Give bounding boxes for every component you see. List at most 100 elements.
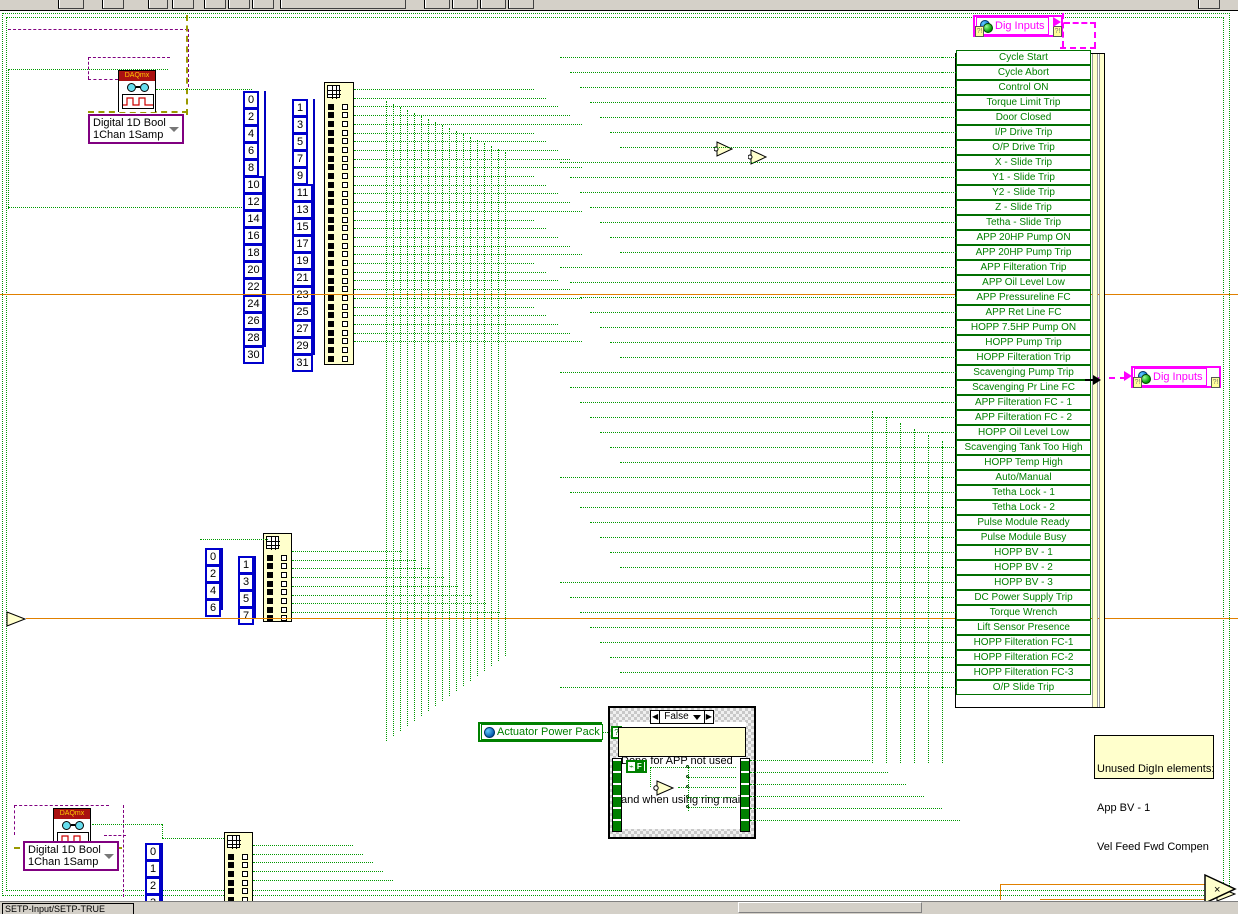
index-array-element[interactable] (228, 879, 248, 886)
array-index-constant[interactable]: 8 (243, 159, 259, 177)
array-index-constant[interactable]: 18 (243, 244, 264, 262)
index-array-element[interactable] (328, 129, 348, 136)
array-index-constant[interactable]: 7 (292, 150, 308, 168)
signal-label-terminal[interactable]: Y2 - Slide Trip (956, 185, 1091, 200)
index-array-element[interactable] (328, 103, 348, 110)
index-array-element[interactable] (328, 329, 348, 336)
index-array-element[interactable] (328, 164, 348, 171)
toolbar-button-abort[interactable] (148, 0, 168, 9)
array-index-constant[interactable]: 20 (243, 261, 264, 279)
index-array-element[interactable] (328, 234, 348, 241)
signal-label-terminal[interactable]: Scavenging Pr Line FC (956, 380, 1091, 395)
chevron-down-icon[interactable] (169, 127, 179, 132)
array-index-constant[interactable]: 3 (292, 116, 308, 134)
case-prev-arrow-icon[interactable]: ◀ (651, 711, 661, 723)
index-array-element[interactable] (328, 303, 348, 310)
signal-label-terminal[interactable]: HOPP Filteration Trip (956, 350, 1091, 365)
index-array-element[interactable] (228, 870, 248, 877)
array-index-constant[interactable]: 5 (238, 590, 254, 608)
array-index-constant[interactable]: 0 (205, 548, 221, 566)
signal-label-terminal[interactable]: HOPP Oil Level Low (956, 425, 1091, 440)
index-array-element[interactable] (328, 207, 348, 214)
index-array-element[interactable] (328, 338, 348, 345)
index-array-element[interactable] (228, 862, 248, 869)
signal-label-terminal[interactable]: Tetha Lock - 2 (956, 500, 1091, 515)
array-index-constant[interactable]: 2 (205, 565, 221, 583)
array-index-constant[interactable]: 9 (292, 167, 308, 185)
toolbar-button-resize[interactable] (480, 0, 506, 9)
index-array-element[interactable] (328, 120, 348, 127)
index-array-element[interactable] (328, 251, 348, 258)
index-array-node-bottom[interactable] (224, 832, 253, 901)
index-array-node-main[interactable] (324, 82, 354, 365)
signal-label-terminal[interactable]: O/P Drive Trip (956, 140, 1091, 155)
chevron-down-icon[interactable] (104, 854, 114, 859)
signal-label-terminal[interactable]: HOPP BV - 1 (956, 545, 1091, 560)
index-array-element[interactable] (328, 347, 348, 354)
array-index-constant[interactable]: 13 (292, 201, 313, 219)
case-next-arrow-icon[interactable]: ▶ (703, 711, 713, 723)
index-array-element[interactable] (328, 268, 348, 275)
signal-label-terminal[interactable]: O/P Slide Trip (956, 680, 1091, 695)
index-array-element[interactable] (328, 112, 348, 119)
array-index-constant[interactable]: 17 (292, 235, 313, 253)
index-array-element[interactable] (328, 190, 348, 197)
array-index-constant[interactable]: 1 (238, 556, 254, 574)
index-array-element[interactable] (228, 853, 248, 860)
toolbar-button-run[interactable] (58, 0, 84, 9)
array-index-constant[interactable]: 14 (243, 210, 264, 228)
array-index-constant[interactable]: 2 (243, 108, 259, 126)
array-index-constant[interactable]: 2 (145, 877, 161, 895)
signal-label-terminal[interactable]: Tetha - Slide Trip (956, 215, 1091, 230)
signal-label-terminal[interactable]: Scavenging Tank Too High (956, 440, 1091, 455)
toolbar-button-step-into[interactable] (252, 0, 274, 9)
signal-label-terminal[interactable]: APP Ret Line FC (956, 305, 1091, 320)
signal-label-terminal[interactable]: HOPP Filteration FC-2 (956, 650, 1091, 665)
block-diagram-canvas[interactable]: DAQmx Digital 1D Bool 1Chan 1Samp 0 2 4 … (0, 11, 1238, 901)
array-index-constant[interactable]: 0 (243, 91, 259, 109)
polymorphic-selector-bottom[interactable]: Digital 1D Bool 1Chan 1Samp (23, 841, 119, 871)
array-index-constant[interactable]: 27 (292, 320, 313, 338)
signal-label-terminal[interactable]: Scavenging Pump Trip (956, 365, 1091, 380)
unused-digin-comment[interactable]: Unused DigIn elements: App BV - 1 Vel Fe… (1094, 735, 1214, 853)
index-array-element[interactable] (328, 242, 348, 249)
signal-label-terminal[interactable]: Lift Sensor Presence (956, 620, 1091, 635)
array-index-constant[interactable]: 3 (145, 894, 161, 901)
toolbar-button-distribute[interactable] (452, 0, 478, 9)
array-index-constant[interactable]: 12 (243, 193, 264, 211)
index-array-element[interactable] (328, 321, 348, 328)
boolean-constant-false[interactable]: ⌁ F (626, 760, 647, 773)
local-variable-dig-inputs-right[interactable]: Dig Inputs (1131, 366, 1221, 388)
array-index-constant[interactable]: 1 (145, 860, 161, 878)
signal-label-terminal[interactable]: HOPP BV - 3 (956, 575, 1091, 590)
toolbar-button-retain-values[interactable] (228, 0, 250, 9)
signal-label-terminal[interactable]: Control ON (956, 80, 1091, 95)
index-array-element[interactable] (328, 216, 348, 223)
toolbar-button-extra[interactable] (1198, 0, 1220, 9)
index-array-element[interactable] (267, 571, 287, 578)
polymorphic-selector-top[interactable]: Digital 1D Bool 1Chan 1Samp (88, 114, 184, 144)
signal-label-terminal[interactable]: APP Filteration FC - 2 (956, 410, 1091, 425)
not-gate-case[interactable] (653, 779, 679, 802)
array-index-constant[interactable]: 23 (292, 286, 313, 304)
index-array-element[interactable] (328, 173, 348, 180)
array-index-constant[interactable]: 1 (292, 99, 308, 117)
signal-label-terminal[interactable]: Torque Limit Trip (956, 95, 1091, 110)
signal-label-terminal[interactable]: I/P Drive Trip (956, 125, 1091, 140)
signal-label-terminal[interactable]: Pulse Module Ready (956, 515, 1091, 530)
index-array-element[interactable] (267, 598, 287, 605)
index-array-element[interactable] (328, 225, 348, 232)
index-array-element[interactable] (228, 888, 248, 895)
index-array-element[interactable] (328, 260, 348, 267)
signal-label-terminal[interactable]: Pulse Module Busy (956, 530, 1091, 545)
index-array-element[interactable] (267, 554, 287, 561)
chevron-down-icon[interactable] (692, 714, 701, 720)
array-index-constant[interactable]: 24 (243, 295, 264, 313)
signal-label-terminal[interactable]: Z - Slide Trip (956, 200, 1091, 215)
array-index-constant[interactable]: 28 (243, 329, 264, 347)
case-selector[interactable]: ◀ False ▶ (650, 710, 714, 724)
array-index-constant[interactable]: 10 (243, 176, 264, 194)
index-array-element[interactable] (328, 181, 348, 188)
case-comment[interactable]: Done for APP not used and when using rin… (618, 727, 746, 806)
array-index-constant[interactable]: 21 (292, 269, 313, 287)
